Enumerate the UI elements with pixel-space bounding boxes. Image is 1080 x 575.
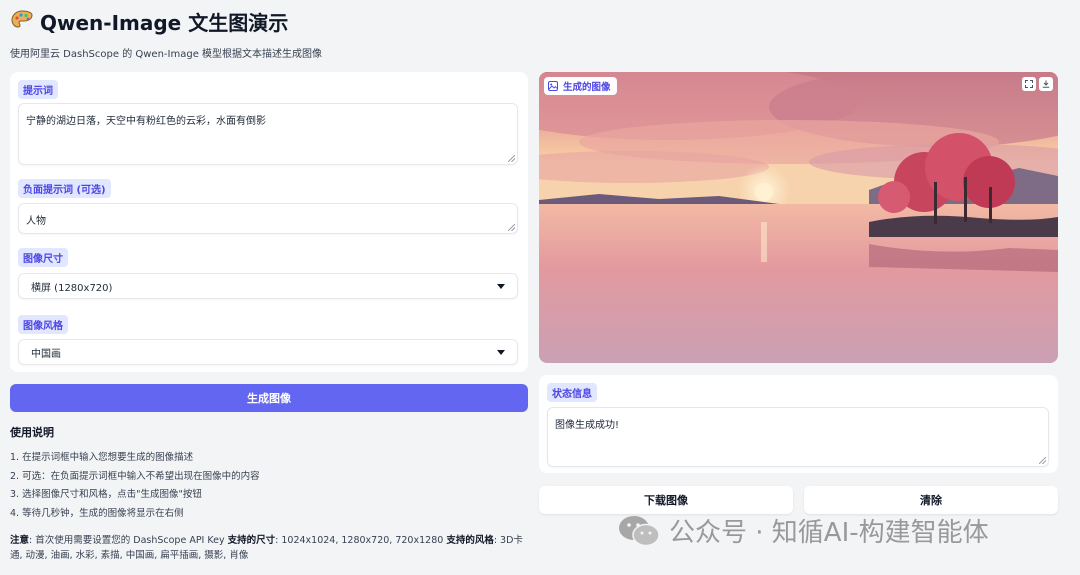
image-icon bbox=[548, 81, 558, 91]
style-select[interactable]: 中国画 bbox=[18, 339, 518, 365]
note-text: : 首次使用需要设置您的 DashScope API Key bbox=[29, 535, 228, 546]
watermark-text: 公众号 · 知循AI-构建智能体 bbox=[669, 518, 989, 548]
page-title-text: Qwen-Image 文生图演示 bbox=[40, 10, 289, 35]
prompt-label: 提示词 bbox=[18, 80, 58, 99]
fullscreen-icon[interactable] bbox=[1022, 77, 1036, 91]
negative-prompt-label: 负面提示词 (可选) bbox=[18, 179, 111, 198]
status-textarea[interactable]: 图像生成成功! bbox=[547, 407, 1049, 467]
image-output-label-text: 生成的图像 bbox=[563, 82, 611, 93]
sizes-label: 支持的尺寸 bbox=[227, 535, 276, 546]
page-title: Qwen-Image 文生图演示 bbox=[10, 6, 288, 36]
generate-button[interactable]: 生成图像 bbox=[10, 384, 528, 412]
clear-button[interactable]: 清除 bbox=[804, 486, 1058, 514]
status-label: 状态信息 bbox=[547, 383, 597, 402]
download-button[interactable]: 下载图像 bbox=[539, 486, 793, 514]
status-value: 图像生成成功! bbox=[555, 420, 620, 431]
download-icon[interactable] bbox=[1039, 77, 1053, 91]
generated-image-panel: 生成的图像 bbox=[539, 72, 1058, 363]
chevron-down-icon bbox=[497, 349, 505, 355]
list-item: 1. 在提示词框中输入您想要生成的图像描述 bbox=[10, 452, 194, 463]
watermark: 公众号 · 知循AI-构建智能体 bbox=[617, 512, 989, 549]
size-label: 图像尺寸 bbox=[18, 248, 68, 267]
resize-handle-icon[interactable] bbox=[1039, 457, 1046, 464]
resize-handle-icon[interactable] bbox=[508, 224, 515, 231]
style-label: 图像风格 bbox=[18, 315, 68, 334]
note-label: 注意 bbox=[10, 535, 30, 546]
styles-label: 支持的风格 bbox=[446, 535, 494, 546]
size-selected-value: 横屏 (1280x720) bbox=[31, 282, 113, 294]
instructions-title: 使用说明 bbox=[10, 426, 54, 439]
palette-icon bbox=[11, 10, 33, 28]
chevron-down-icon bbox=[497, 283, 505, 289]
negative-prompt-value: 人物 bbox=[26, 216, 46, 227]
style-selected-value: 中国画 bbox=[31, 348, 61, 360]
usage-note: 注意: 首次使用需要设置您的 DashScope API Key 支持的尺寸: … bbox=[10, 533, 530, 563]
page-subtitle: 使用阿里云 DashScope 的 Qwen-Image 模型根据文本描述生成图… bbox=[10, 49, 323, 60]
prompt-textarea[interactable]: 宁静的湖边日落，天空中有粉红色的云彩，水面有倒影 bbox=[18, 103, 518, 165]
prompt-value: 宁静的湖边日落，天空中有粉红色的云彩，水面有倒影 bbox=[26, 116, 266, 127]
negative-prompt-textarea[interactable]: 人物 bbox=[18, 203, 518, 234]
status-card: 状态信息 图像生成成功! bbox=[539, 375, 1058, 473]
size-select[interactable]: 横屏 (1280x720) bbox=[18, 273, 518, 299]
image-output-label: 生成的图像 bbox=[544, 77, 617, 95]
instructions-list: 1. 在提示词框中输入您想要生成的图像描述 2. 可选：在负面提示词框中输入不希… bbox=[10, 449, 530, 523]
list-item: 4. 等待几秒钟，生成的图像将显示在右侧 bbox=[10, 507, 184, 519]
list-item: 2. 可选：在负面提示词框中输入不希望出现在图像中的内容 bbox=[10, 470, 260, 482]
wechat-icon bbox=[619, 515, 660, 546]
sizes-text: : 1024x1024, 1280x720, 720x1280 bbox=[275, 535, 447, 546]
input-form-card: 提示词 宁静的湖边日落，天空中有粉红色的云彩，水面有倒影 负面提示词 (可选) … bbox=[10, 72, 528, 372]
generated-image bbox=[539, 72, 1058, 363]
resize-handle-icon[interactable] bbox=[508, 155, 515, 162]
list-item: 3. 选择图像尺寸和风格，点击"生成图像"按钮 bbox=[10, 489, 202, 500]
